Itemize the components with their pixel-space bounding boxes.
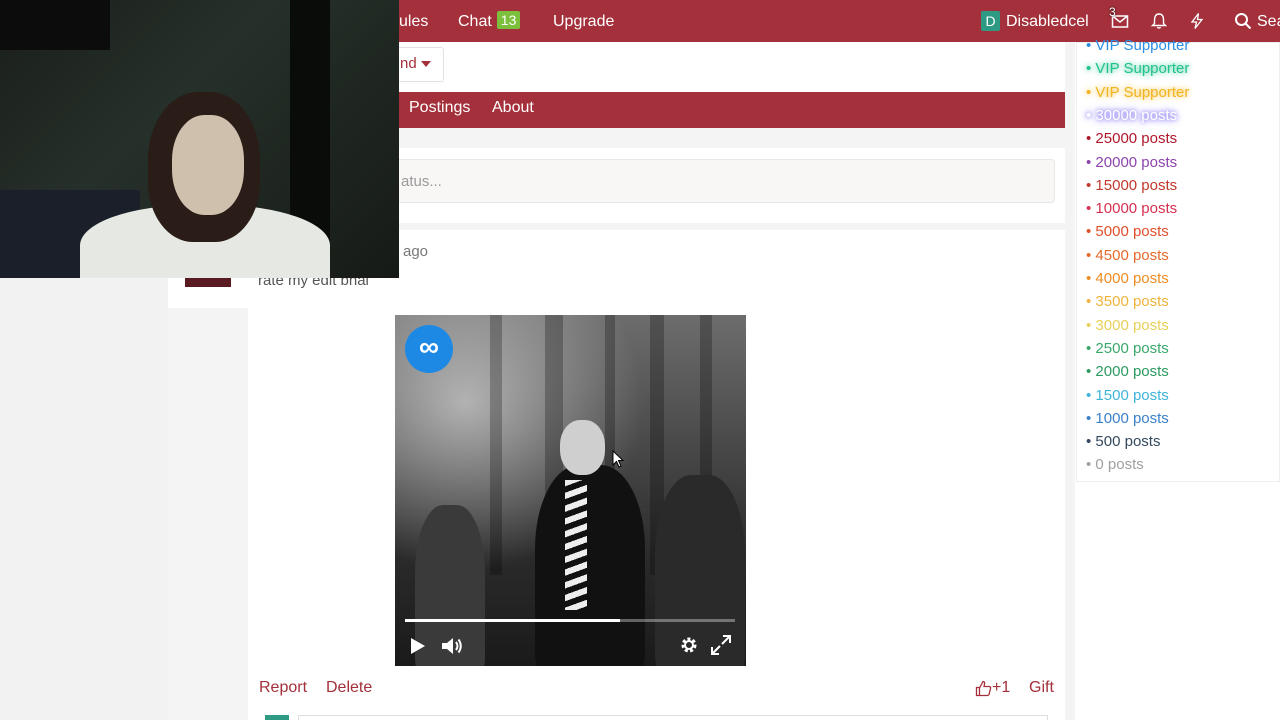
lightning-icon[interactable] bbox=[1188, 12, 1206, 30]
chat-count-badge: 13 bbox=[496, 11, 521, 29]
bell-icon[interactable] bbox=[1150, 12, 1168, 30]
play-icon[interactable] bbox=[407, 636, 427, 656]
post-timestamp: ago bbox=[403, 243, 429, 260]
nav-search[interactable]: Sea bbox=[1257, 0, 1280, 42]
video-scene-pillar bbox=[490, 315, 502, 575]
tab-about[interactable]: About bbox=[492, 99, 534, 117]
video-progress-fill bbox=[405, 619, 620, 622]
webcam-overlay bbox=[0, 0, 399, 278]
rank-legend-item[interactable]: • 0 posts bbox=[1086, 456, 1144, 473]
gear-icon[interactable] bbox=[678, 634, 700, 656]
mouse-cursor-icon bbox=[612, 450, 624, 468]
nav-chat-label: Chat bbox=[458, 13, 492, 30]
tab-postings[interactable]: Postings bbox=[409, 99, 470, 117]
caret-down-icon bbox=[421, 61, 431, 67]
rank-legend-item[interactable]: • 2000 posts bbox=[1086, 363, 1169, 380]
nav-upgrade[interactable]: Upgrade bbox=[553, 0, 614, 42]
user-avatar[interactable]: D bbox=[981, 11, 1000, 31]
infinity-logo-icon: ∞ bbox=[405, 325, 453, 373]
reply-avatar bbox=[265, 715, 289, 720]
report-button[interactable]: Report bbox=[259, 679, 307, 697]
rank-legend-item[interactable]: • 15000 posts bbox=[1086, 177, 1177, 194]
rank-legend-item[interactable]: • VIP Supporter bbox=[1086, 60, 1189, 77]
profile-header-panel bbox=[399, 42, 1065, 92]
rank-legend-item[interactable]: • 1000 posts bbox=[1086, 410, 1169, 427]
delete-button[interactable]: Delete bbox=[326, 679, 372, 697]
rank-legend-item[interactable]: • 3000 posts bbox=[1086, 317, 1169, 334]
nav-chat[interactable]: Chat 13 bbox=[458, 0, 521, 42]
infinity-logo-glyph: ∞ bbox=[419, 331, 439, 362]
rank-legend-item[interactable]: • 3500 posts bbox=[1086, 293, 1169, 310]
fullscreen-icon[interactable] bbox=[710, 634, 732, 656]
rank-legend-item[interactable]: • 500 posts bbox=[1086, 433, 1160, 450]
nav-rules[interactable]: ules bbox=[399, 0, 428, 42]
like-count-button[interactable]: +1 bbox=[992, 679, 1010, 697]
rank-legend-item[interactable]: • 2500 posts bbox=[1086, 340, 1169, 357]
webcam-scene-dark-corner bbox=[0, 0, 110, 50]
rank-legend-item[interactable]: • 1500 posts bbox=[1086, 387, 1169, 404]
search-icon[interactable] bbox=[1234, 12, 1252, 30]
rank-legend-item[interactable]: • 25000 posts bbox=[1086, 130, 1177, 147]
rank-legend-item[interactable]: • 20000 posts bbox=[1086, 154, 1177, 171]
rank-legend-item[interactable]: • 30000 posts bbox=[1086, 107, 1177, 124]
rank-legend-item[interactable]: • 5000 posts bbox=[1086, 223, 1169, 240]
rank-legend-item[interactable]: • 4500 posts bbox=[1086, 247, 1169, 264]
rank-legend-item[interactable]: • VIP Supporter bbox=[1086, 37, 1189, 54]
rank-legend-item[interactable]: • 4000 posts bbox=[1086, 270, 1169, 287]
thumbs-up-icon[interactable] bbox=[975, 680, 992, 697]
video-player[interactable] bbox=[395, 315, 746, 666]
video-scene-striped-shirt bbox=[565, 480, 587, 610]
rank-legend-item[interactable]: • 10000 posts bbox=[1086, 200, 1177, 217]
reply-input[interactable] bbox=[298, 715, 1048, 720]
video-scene-figure bbox=[535, 465, 645, 666]
webcam-person-face bbox=[172, 115, 244, 215]
filter-dropdown-label: nd bbox=[400, 55, 417, 72]
volume-icon[interactable] bbox=[440, 635, 464, 657]
gift-button[interactable]: Gift bbox=[1029, 679, 1054, 697]
status-input[interactable] bbox=[395, 159, 1055, 203]
user-menu[interactable]: Disabledcel bbox=[1006, 0, 1089, 42]
rank-legend-item[interactable]: • VIP Supporter bbox=[1086, 84, 1189, 101]
message-count: 3 bbox=[1109, 5, 1116, 19]
post-avatar[interactable] bbox=[185, 277, 231, 287]
video-scene-face bbox=[560, 420, 605, 475]
